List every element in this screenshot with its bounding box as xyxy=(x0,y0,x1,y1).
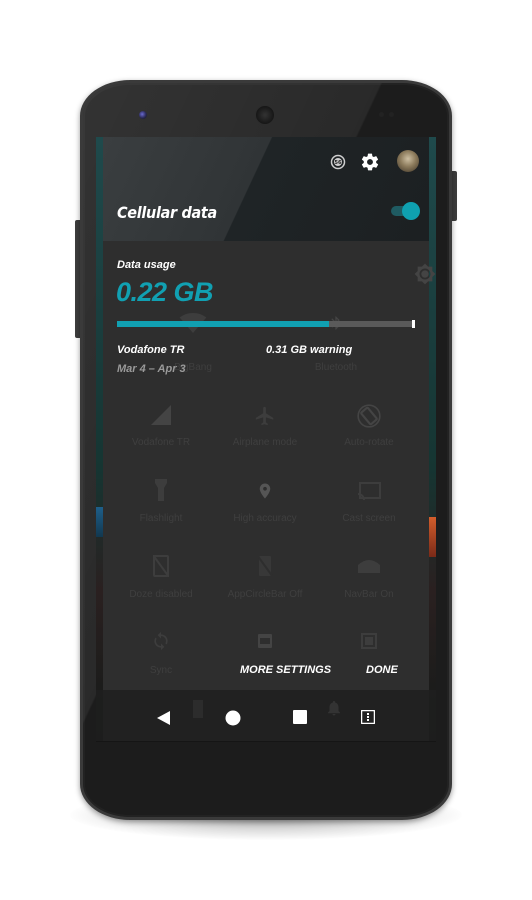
data-limit-marker xyxy=(412,320,415,328)
data-warning: 0.31 GB warning xyxy=(266,344,353,356)
cellular-data-toggle[interactable] xyxy=(389,202,420,220)
airplane-icon xyxy=(215,405,315,427)
rotate-icon xyxy=(319,403,419,429)
earpiece-speaker xyxy=(255,105,275,125)
tile-label: Bluetooth xyxy=(314,362,358,373)
proximity-sensor xyxy=(379,112,384,117)
phone-screen: 56 Cellular data BigBang Bluetooth Vodaf… xyxy=(96,137,436,742)
shade-header: 56 Cellular data xyxy=(103,137,429,241)
cast-icon xyxy=(319,481,419,501)
data-usage-bar-fill xyxy=(117,321,329,327)
more-settings-button[interactable]: MORE SETTINGS xyxy=(240,664,331,676)
data-saver-icon[interactable]: 56 xyxy=(330,154,346,170)
navbar-icon xyxy=(319,559,419,573)
doze-icon xyxy=(111,555,211,577)
data-usage-panel: BigBang Bluetooth Vodafone TR Airplane m… xyxy=(103,241,436,742)
navigation-bar xyxy=(96,690,436,742)
home-button[interactable] xyxy=(225,710,241,726)
billing-period: Mar 4 – Apr 3 xyxy=(117,363,186,375)
data-usage-label: Data usage xyxy=(117,259,176,271)
screen-bottom-edge xyxy=(96,741,436,742)
light-sensor xyxy=(389,112,394,117)
tile-label: Sync xyxy=(149,665,173,676)
tile-label: Flashlight xyxy=(139,513,183,524)
recents-button[interactable] xyxy=(293,710,307,724)
done-button[interactable]: DONE xyxy=(366,664,398,676)
tile-label: High accuracy xyxy=(233,513,297,524)
wallpaper-accent xyxy=(428,517,436,557)
settings-icon[interactable] xyxy=(359,151,381,173)
data-usage-value: 0.22 GB xyxy=(116,277,214,307)
flashlight-icon xyxy=(111,479,211,501)
tile-label: Auto-rotate xyxy=(344,437,394,448)
tile-label: NavBar On xyxy=(344,589,394,600)
data-usage-bar xyxy=(117,320,415,328)
tile-label: Cast screen xyxy=(342,513,396,524)
screen-icon xyxy=(215,633,315,649)
menu-button[interactable] xyxy=(361,710,375,724)
appcirclebar-icon xyxy=(215,555,315,577)
back-button[interactable] xyxy=(156,710,172,726)
svg-text:56: 56 xyxy=(335,160,342,166)
notification-shade: 56 Cellular data BigBang Bluetooth Vodaf… xyxy=(103,137,436,742)
tile-label: Doze disabled xyxy=(129,589,193,600)
tile-label: Vodafone TR xyxy=(131,437,191,448)
carrier-name: Vodafone TR xyxy=(117,344,185,356)
avatar-icon[interactable] xyxy=(397,150,419,172)
signal-icon xyxy=(111,405,211,425)
brightness-icon xyxy=(375,263,436,285)
tile-label: Airplane mode xyxy=(232,437,298,448)
toggle-thumb xyxy=(402,202,420,220)
sync-icon xyxy=(111,631,211,651)
tile-label: AppCircleBar Off xyxy=(227,589,303,600)
location-icon xyxy=(215,479,315,503)
page-title: Cellular data xyxy=(117,203,217,222)
screenshot-icon xyxy=(319,633,419,649)
front-camera xyxy=(139,111,147,119)
